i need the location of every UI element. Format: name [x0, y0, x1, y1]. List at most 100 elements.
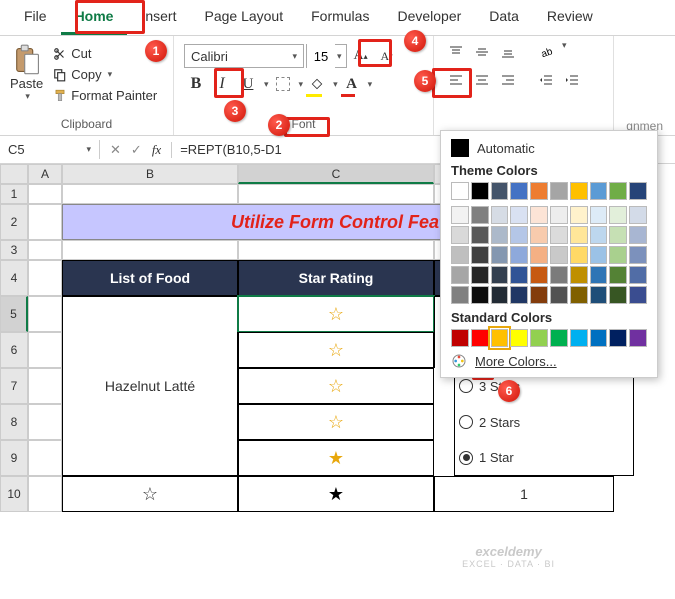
color-swatch[interactable]: [491, 226, 509, 244]
chevron-down-icon[interactable]: ▾: [335, 51, 346, 62]
color-swatch[interactable]: [570, 329, 588, 347]
table-header-rating[interactable]: Star Rating: [238, 260, 434, 296]
row-header-6[interactable]: 6: [0, 332, 28, 368]
row-header-5[interactable]: 5: [0, 296, 28, 332]
table-header-food[interactable]: List of Food: [62, 260, 238, 296]
row-header-7[interactable]: 7: [0, 368, 28, 404]
color-swatch[interactable]: [570, 266, 588, 284]
color-swatch[interactable]: [471, 206, 489, 224]
color-swatch[interactable]: [570, 246, 588, 264]
increase-indent-button[interactable]: [560, 68, 584, 92]
color-swatch[interactable]: [590, 286, 608, 304]
cell-d10[interactable]: 1: [434, 476, 614, 512]
bold-button[interactable]: B: [184, 72, 208, 96]
color-swatch[interactable]: [510, 266, 528, 284]
font-size-input[interactable]: [307, 44, 335, 68]
radio-3-stars[interactable]: [459, 379, 473, 393]
align-center-button[interactable]: [470, 68, 494, 92]
chevron-down-icon[interactable]: ▾: [297, 79, 304, 90]
color-swatch[interactable]: [530, 206, 548, 224]
row-header-2[interactable]: 2: [0, 204, 28, 240]
col-header-a[interactable]: A: [28, 164, 62, 184]
automatic-color-button[interactable]: Automatic: [451, 139, 647, 157]
font-color-button[interactable]: A: [340, 72, 364, 96]
color-swatch[interactable]: [451, 206, 469, 224]
color-swatch[interactable]: [629, 286, 647, 304]
row-header-10[interactable]: 10: [0, 476, 28, 512]
color-swatch[interactable]: [550, 266, 568, 284]
enter-formula-icon[interactable]: ✓: [131, 142, 142, 158]
cell-c9[interactable]: ★: [238, 440, 434, 476]
row-header-8[interactable]: 8: [0, 404, 28, 440]
cell-c7[interactable]: ☆: [238, 368, 434, 404]
color-swatch[interactable]: [530, 286, 548, 304]
color-swatch[interactable]: [629, 182, 647, 200]
color-swatch[interactable]: [590, 226, 608, 244]
cell-c10[interactable]: ★: [238, 476, 434, 512]
color-swatch[interactable]: [550, 182, 568, 200]
color-swatch[interactable]: [530, 182, 548, 200]
color-swatch[interactable]: [609, 266, 627, 284]
name-box[interactable]: C5▾: [0, 140, 100, 159]
tab-data[interactable]: Data: [475, 0, 533, 35]
color-swatch[interactable]: [491, 206, 509, 224]
col-header-b[interactable]: B: [62, 164, 238, 184]
borders-button[interactable]: [271, 72, 295, 96]
italic-button[interactable]: I: [210, 72, 234, 96]
color-swatch[interactable]: [471, 182, 489, 200]
color-swatch[interactable]: [629, 206, 647, 224]
tab-insert[interactable]: Insert: [127, 0, 190, 35]
chevron-down-icon[interactable]: ▾: [23, 91, 30, 102]
tab-page-layout[interactable]: Page Layout: [190, 0, 297, 35]
chevron-down-icon[interactable]: ▾: [262, 79, 269, 90]
color-swatch[interactable]: [570, 286, 588, 304]
chevron-down-icon[interactable]: ▾: [331, 79, 338, 90]
fill-color-button[interactable]: [305, 72, 329, 96]
color-swatch[interactable]: [491, 266, 509, 284]
tab-home[interactable]: Home: [61, 0, 128, 35]
color-swatch[interactable]: [609, 226, 627, 244]
color-swatch[interactable]: [530, 266, 548, 284]
cell-c5[interactable]: ☆: [238, 296, 434, 332]
color-swatch[interactable]: [471, 286, 489, 304]
color-swatch[interactable]: [629, 329, 647, 347]
cell-b7[interactable]: Hazelnut Latté: [62, 368, 238, 404]
color-swatch[interactable]: [491, 182, 509, 200]
cancel-formula-icon[interactable]: ✕: [110, 142, 121, 158]
more-colors-button[interactable]: More Colors...: [451, 353, 647, 369]
color-swatch[interactable]: [590, 246, 608, 264]
color-swatch[interactable]: [550, 329, 568, 347]
color-swatch[interactable]: [510, 329, 528, 347]
color-swatch[interactable]: [510, 206, 528, 224]
color-swatch[interactable]: [550, 286, 568, 304]
decrease-font-button[interactable]: A▾: [375, 44, 399, 68]
color-swatch[interactable]: [629, 226, 647, 244]
color-swatch[interactable]: [570, 182, 588, 200]
paste-button[interactable]: Paste: [10, 76, 43, 91]
color-swatch[interactable]: [451, 246, 469, 264]
color-swatch[interactable]: [590, 329, 608, 347]
color-swatch[interactable]: [550, 246, 568, 264]
tab-developer[interactable]: Developer: [383, 0, 475, 35]
color-swatch[interactable]: [491, 246, 509, 264]
color-swatch[interactable]: [491, 329, 509, 347]
col-header-c[interactable]: C: [238, 164, 434, 184]
color-swatch[interactable]: [609, 206, 627, 224]
cell-c6[interactable]: ☆: [238, 332, 434, 368]
color-swatch[interactable]: [530, 246, 548, 264]
fx-icon[interactable]: fx: [152, 142, 172, 158]
color-swatch[interactable]: [609, 246, 627, 264]
row-header-1[interactable]: 1: [0, 184, 28, 204]
color-swatch[interactable]: [451, 226, 469, 244]
color-swatch[interactable]: [530, 226, 548, 244]
row-header-9[interactable]: 9: [0, 440, 28, 476]
color-swatch[interactable]: [451, 286, 469, 304]
row-header-3[interactable]: 3: [0, 240, 28, 260]
increase-font-button[interactable]: A▴: [349, 44, 373, 68]
tab-file[interactable]: File: [10, 0, 61, 35]
color-swatch[interactable]: [510, 286, 528, 304]
color-swatch[interactable]: [530, 329, 548, 347]
color-swatch[interactable]: [510, 182, 528, 200]
color-swatch[interactable]: [491, 286, 509, 304]
color-swatch[interactable]: [510, 226, 528, 244]
